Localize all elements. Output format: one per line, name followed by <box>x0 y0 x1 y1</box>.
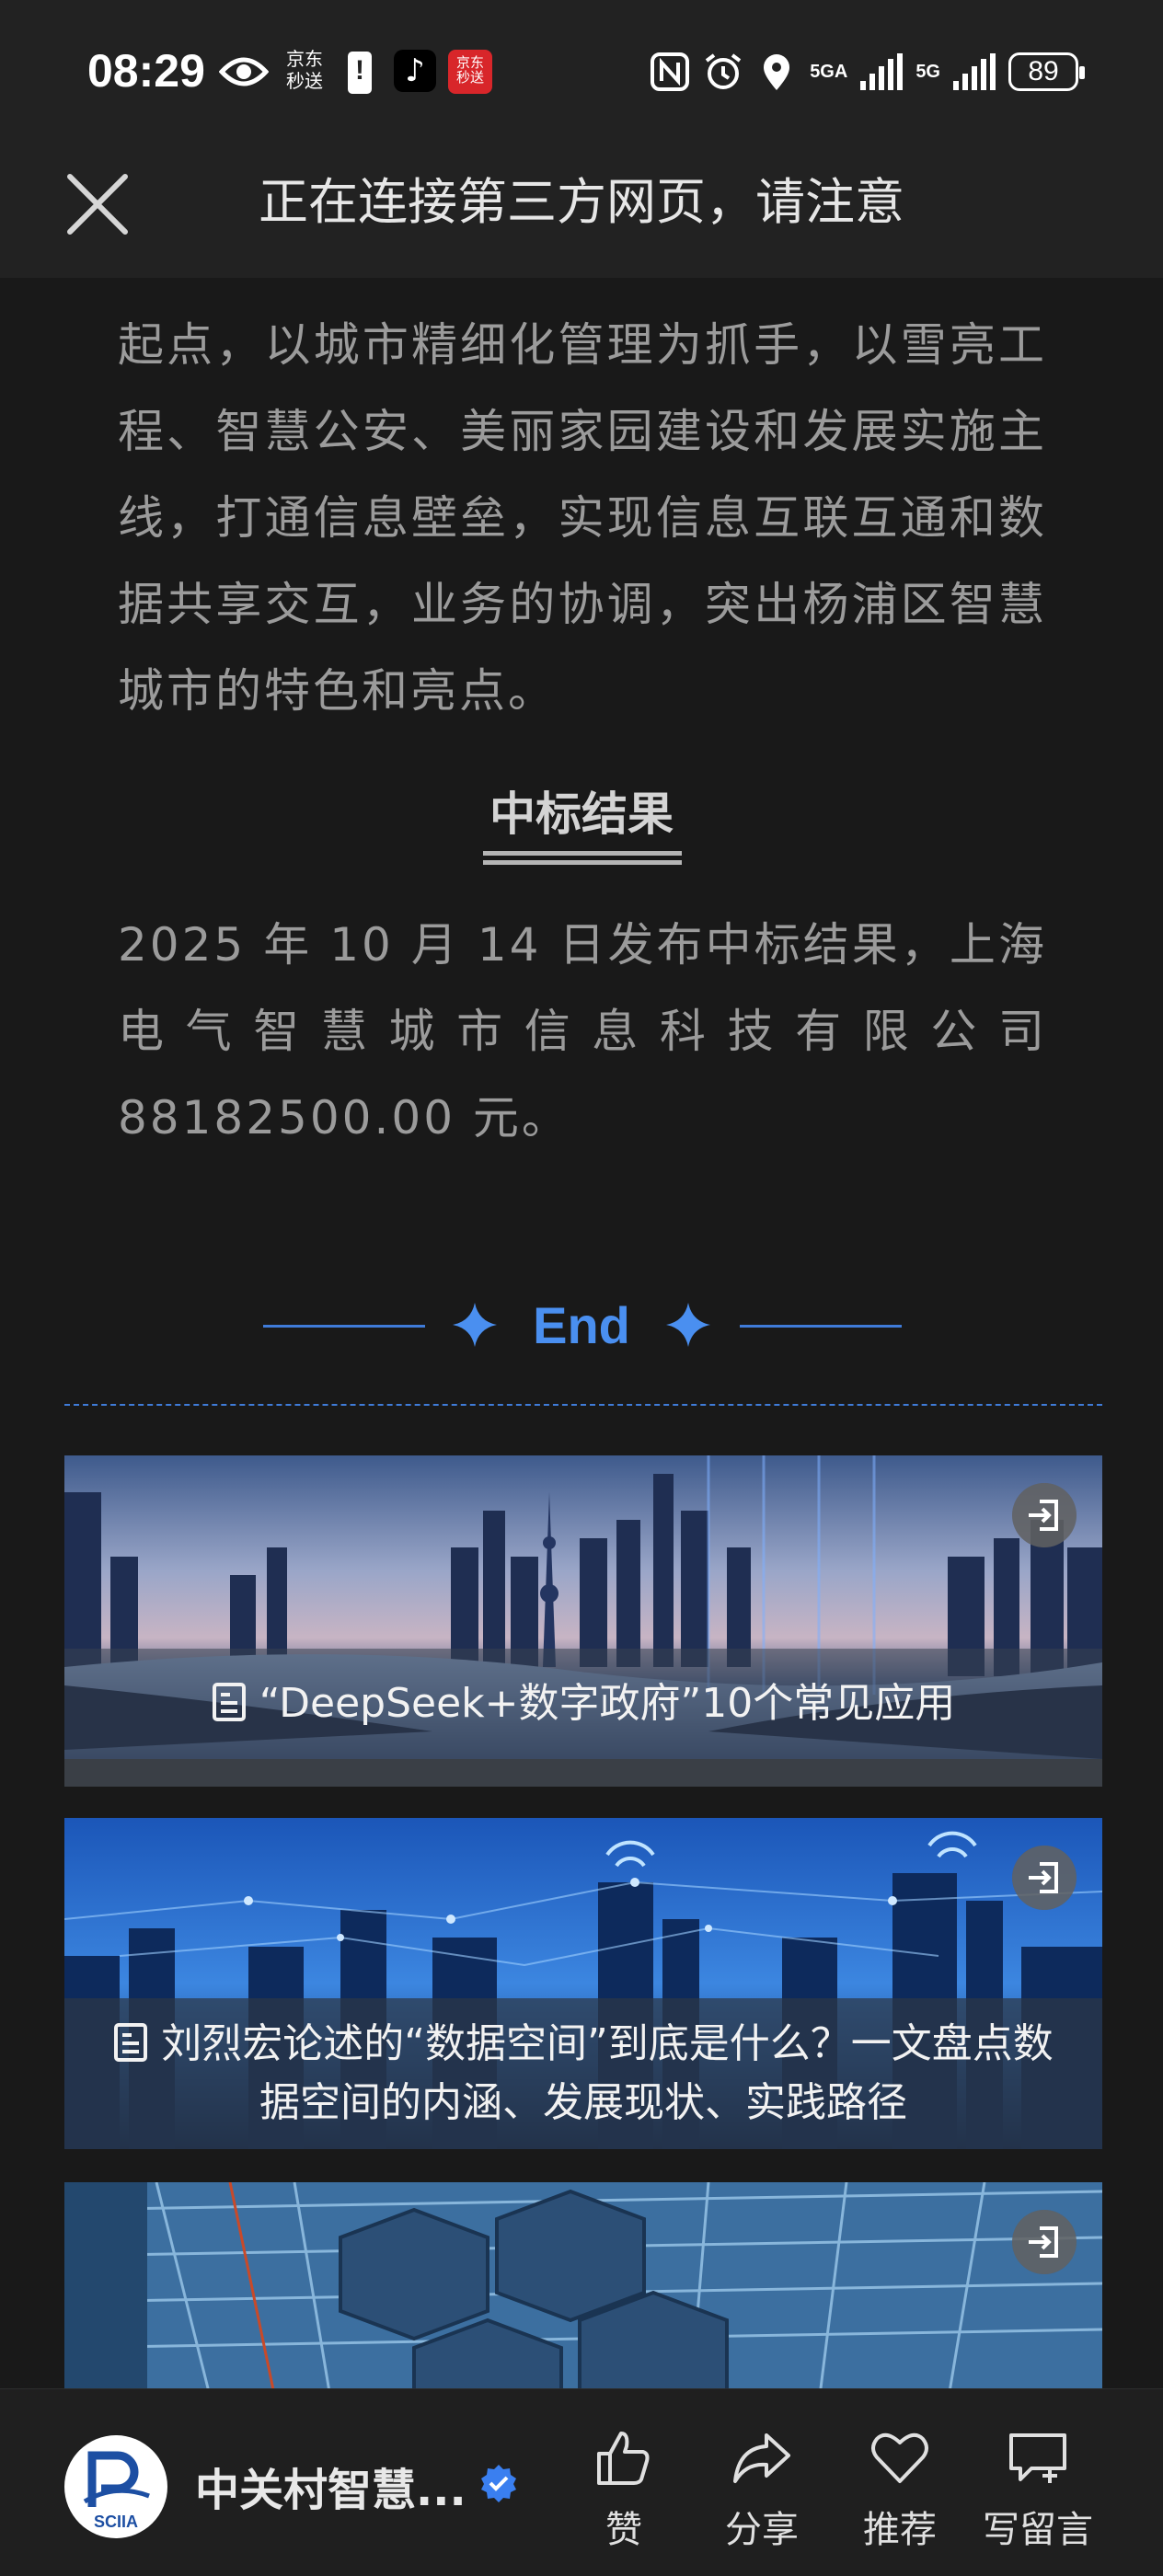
recommend-button[interactable]: 推荐 <box>835 2426 964 2553</box>
comment-button[interactable]: 写留言 <box>973 2426 1102 2553</box>
section-title-underline <box>483 851 682 869</box>
sciia-logo-icon: SCIIA <box>83 2451 150 2531</box>
like-label: 赞 <box>605 2509 642 2551</box>
battery-icon: 89 <box>1008 52 1085 91</box>
document-icon <box>114 2023 148 2062</box>
card-caption: 刘烈宏论述的“数据空间”到底是什么？一文盘点数据空间的内涵、发展现状、实践路径 <box>64 1998 1102 2149</box>
article-card[interactable]: “DeepSeek+数字政府”10个常见应用 <box>64 1455 1102 1787</box>
status-bar: 08:29 京东 秒送 ♪ 京东 秒送 5GA 5G 89 <box>0 0 1163 138</box>
third-party-notice-bar: 正在连接第三方网页，请注意 <box>0 138 1163 278</box>
tiktok-icon: ♪ <box>394 50 436 92</box>
open-link-icon[interactable] <box>1012 1846 1077 1910</box>
open-link-icon[interactable] <box>1012 2210 1077 2274</box>
open-link-icon[interactable] <box>1012 1483 1077 1547</box>
like-button[interactable]: 赞 <box>559 2426 688 2553</box>
thumbs-up-icon <box>597 2432 650 2485</box>
heart-icon <box>871 2432 928 2483</box>
card-title: 刘烈宏论述的“数据空间”到底是什么？一文盘点数据空间的内涵、发展现状、实践路径 <box>161 2020 1054 2126</box>
card-image <box>64 2182 1102 2403</box>
divider <box>64 1404 1102 1406</box>
article-paragraph-result: 2025 年 10 月 14 日发布中标结果，上海电气智慧城市信息科技有限公司 … <box>118 918 1047 1144</box>
bottom-action-bar: SCIIA 中关村智慧... 赞 分享 推荐 写留言 <box>0 2388 1163 2576</box>
star-icon-right <box>666 1303 710 1347</box>
alarm-icon <box>705 53 742 89</box>
article-paragraph: 起点，以城市精细化管理为抓手，以雪亮工程、智慧公安、美丽家园建设和发展实施主线，… <box>118 318 1047 718</box>
network-5g: 5G <box>915 62 940 82</box>
alert-icon <box>348 52 372 94</box>
nfc-icon <box>651 52 690 91</box>
status-time: 08:29 <box>87 45 205 97</box>
article-card[interactable]: 刘烈宏论述的“数据空间”到底是什么？一文盘点数据空间的内涵、发展现状、实践路径 <box>64 1818 1102 2149</box>
recommend-label: 推荐 <box>863 2509 937 2551</box>
avatar-text: SCIIA <box>94 2513 138 2531</box>
end-divider: End <box>0 1288 1163 1362</box>
avatar[interactable]: SCIIA <box>64 2435 167 2538</box>
close-icon[interactable] <box>61 167 134 241</box>
share-label: 分享 <box>725 2509 799 2551</box>
signal-icon-2 <box>953 53 996 90</box>
article-card[interactable] <box>64 2182 1102 2403</box>
card-caption: “DeepSeek+数字政府”10个常见应用 <box>64 1649 1102 1759</box>
end-line-right <box>740 1325 902 1328</box>
location-icon <box>764 54 790 90</box>
network-5ga: 5GA <box>810 62 848 82</box>
share-icon <box>733 2433 790 2483</box>
comment-add-icon <box>1009 2433 1066 2483</box>
notice-title: 正在连接第三方网页，请注意 <box>259 173 904 231</box>
signal-icon <box>860 53 904 90</box>
eye-icon <box>219 57 269 86</box>
end-label: End <box>533 1296 630 1354</box>
section-title: 中标结果 <box>489 788 674 841</box>
card-title: “DeepSeek+数字政府”10个常见应用 <box>259 1680 956 1727</box>
account-name[interactable]: 中关村智慧... <box>195 2454 466 2518</box>
document-icon <box>212 1683 246 1721</box>
verified-badge-icon <box>481 2465 516 2502</box>
jd-label: 京东 秒送 <box>286 48 323 92</box>
jd-icon: 京东 秒送 <box>448 50 492 94</box>
card-footer <box>64 1759 1102 1787</box>
share-button[interactable]: 分享 <box>697 2426 826 2553</box>
comment-label: 写留言 <box>983 2509 1093 2551</box>
